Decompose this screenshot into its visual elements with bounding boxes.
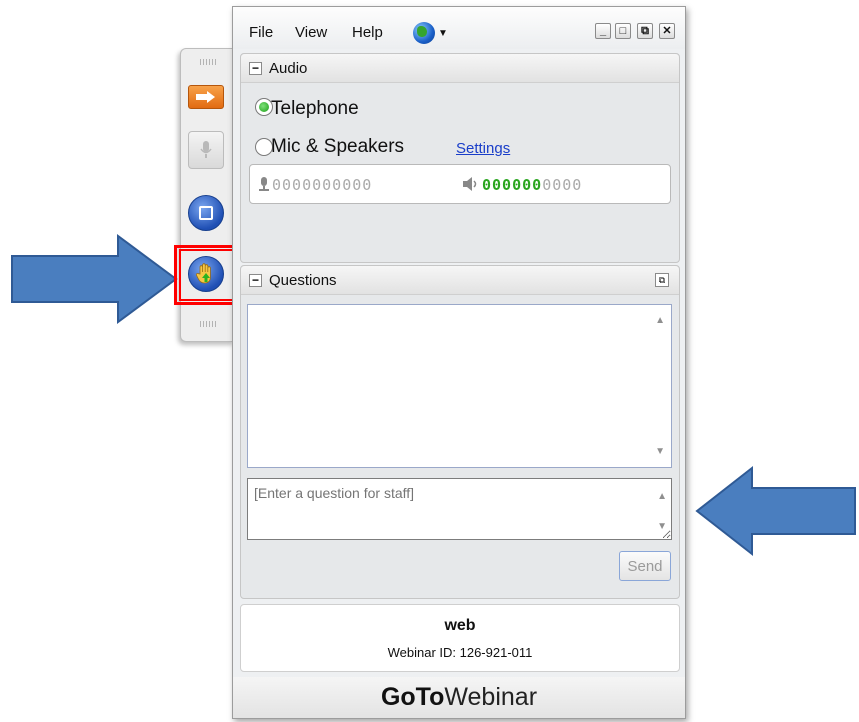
webinar-id: Webinar ID: 126-921-011 <box>387 645 533 660</box>
question-input[interactable] <box>247 478 672 540</box>
control-panel: File View Help ▼ _ □ ⧉ ✕ − Audio Telepho… <box>232 6 686 719</box>
menu-help[interactable]: Help <box>352 24 383 41</box>
globe-land-icon <box>417 26 427 37</box>
mic-speakers-label[interactable]: Mic & Speakers <box>271 136 404 158</box>
send-button[interactable]: Send <box>619 551 671 581</box>
audio-section: − Audio Telephone Mic & Speakers Setting… <box>240 53 680 263</box>
collapse-panel-button[interactable] <box>188 85 224 109</box>
microphone-icon <box>259 177 269 191</box>
menu-bar: File View Help ▼ _ □ ⧉ ✕ <box>233 7 685 49</box>
brand-goto: GoTo <box>380 683 445 711</box>
input-scroll-down-icon[interactable]: ▼ <box>657 521 667 532</box>
square-icon <box>199 206 213 220</box>
minimize-button[interactable]: _ <box>595 23 611 39</box>
audio-settings-link[interactable]: Settings <box>456 140 510 157</box>
speaker-level-meter: 0000000000 <box>482 176 582 194</box>
audio-levels: 0000000000 0000000000 <box>249 164 671 204</box>
popout-icon[interactable]: ⧉ <box>655 273 669 287</box>
restore-button[interactable]: ⧉ <box>637 23 653 39</box>
audio-title: Audio <box>269 60 308 77</box>
grip-top-icon[interactable] <box>200 59 216 65</box>
close-button[interactable]: ✕ <box>659 23 675 39</box>
questions-title: Questions <box>269 272 337 289</box>
show-screen-button[interactable] <box>188 195 224 231</box>
speaker-level-active: 000000 <box>482 176 543 194</box>
maximize-button[interactable]: □ <box>615 23 631 39</box>
questions-collapse-button[interactable]: − <box>249 274 262 287</box>
microphone-icon <box>200 141 212 158</box>
questions-section: − Questions ⧉ ▲ ▼ ▲ ▼ Send <box>240 265 680 599</box>
scroll-down-icon[interactable]: ▼ <box>655 446 665 457</box>
scroll-up-icon[interactable]: ▲ <box>655 315 665 326</box>
mic-mute-button[interactable] <box>188 131 224 169</box>
menu-view[interactable]: View <box>295 24 327 41</box>
questions-log[interactable]: ▲ ▼ <box>247 304 672 468</box>
audio-header: − Audio <box>241 54 679 83</box>
left-pointer-arrow <box>11 234 178 324</box>
audio-collapse-button[interactable]: − <box>249 62 262 75</box>
webinar-name: web <box>444 617 476 634</box>
chevron-down-icon[interactable]: ▼ <box>438 28 448 39</box>
mic-level-meter: 0000000000 <box>272 176 373 194</box>
brand-webinar: Webinar <box>444 683 538 711</box>
questions-header: − Questions ⧉ <box>241 266 679 295</box>
right-pointer-arrow <box>695 465 856 557</box>
telephone-label[interactable]: Telephone <box>271 98 359 120</box>
webinar-info: web Webinar ID: 126-921-011 <box>240 604 680 672</box>
menu-file[interactable]: File <box>249 24 273 41</box>
input-scroll-up-icon[interactable]: ▲ <box>657 491 667 502</box>
raise-hand-highlight-inner <box>179 249 235 301</box>
brand-footer: GoToWebinar <box>233 677 685 718</box>
arrow-right-icon <box>196 91 215 103</box>
speaker-icon <box>463 177 477 191</box>
grip-bottom-icon[interactable] <box>200 321 216 327</box>
speaker-level-inactive: 0000 <box>542 176 583 194</box>
